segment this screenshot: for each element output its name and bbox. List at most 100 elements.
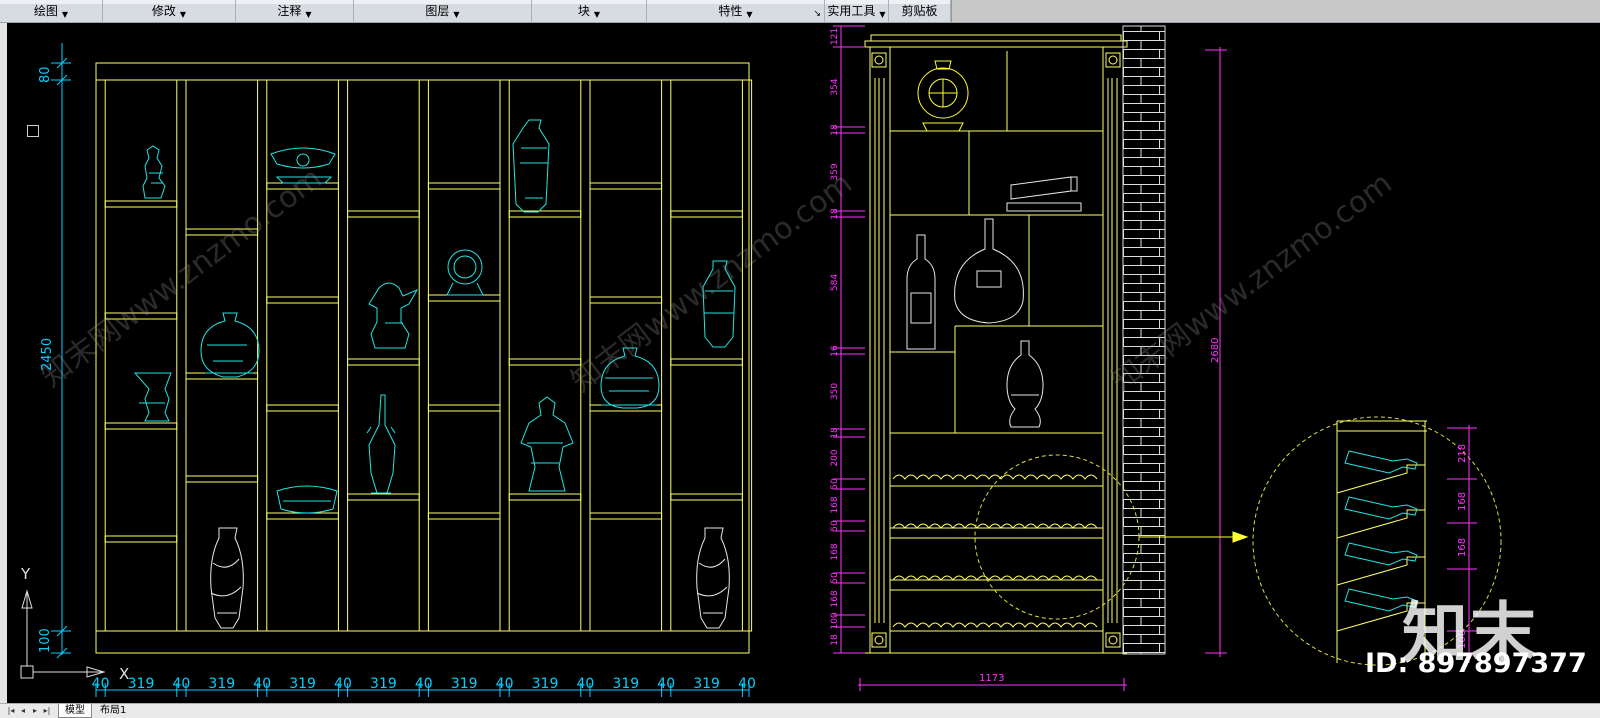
chevron-down-icon: ▼ (305, 10, 312, 19)
figurine-icon (520, 396, 574, 492)
shelf-board (427, 294, 501, 302)
chevron-down-icon: ▼ (61, 10, 69, 19)
panel-launcher-icon[interactable]: ↘ (813, 9, 821, 19)
chevron-down-icon: ▼ (746, 10, 753, 19)
chevron-down-icon: ▼ (593, 10, 601, 19)
shelf-board (185, 475, 259, 483)
shelf-board (589, 512, 663, 520)
dimension-label: 100 (830, 612, 840, 629)
shelf-board (104, 535, 178, 543)
tab-model[interactable]: 模型 (58, 704, 92, 718)
dimension-label: 40 (657, 676, 675, 692)
chevron-down-icon: ▼ (179, 10, 187, 19)
shelf-board (266, 296, 339, 304)
ribbon-panel-label: 块 (577, 4, 590, 18)
figurine-icon (368, 282, 419, 349)
dimension-label: 168 (830, 543, 840, 560)
next-tab-icon[interactable]: ▸ (30, 705, 40, 716)
shelf-board (185, 372, 259, 380)
shelf-board (347, 493, 420, 501)
dimension-label: 350 (830, 383, 840, 400)
dimension-label: 168 (1457, 492, 1468, 511)
chevron-down-icon: ▼ (453, 10, 460, 19)
ribbon-panel-annotate[interactable]: 注释 ▼ (236, 0, 354, 22)
dimension-label: 50 (830, 478, 840, 490)
dimension-label: 319 (451, 676, 478, 692)
ribbon-panel-draw[interactable]: 绘图 ▼ (0, 0, 103, 22)
tab-layout1[interactable]: 布局1 (94, 704, 132, 718)
ribbon-panel-label: 注释 (277, 4, 302, 18)
wine-cabinet-elevation (864, 34, 1128, 654)
shelf-board (427, 182, 501, 190)
vase-icon (133, 372, 172, 422)
ucs-y-label: Y (20, 565, 31, 583)
dimension-label: 80 (38, 66, 53, 83)
shelf-board (670, 210, 743, 218)
dimension-label: 200 (830, 449, 840, 466)
dimension-label: 319 (370, 676, 397, 692)
dimension-label: 100 (38, 628, 53, 653)
dimension-label: 40 (738, 676, 756, 692)
bowl-icon (276, 485, 338, 514)
wine-bottle-icon (906, 234, 936, 350)
dimension-label: 168 (1457, 538, 1468, 557)
shelf-board (427, 512, 501, 520)
shelf-post (176, 79, 187, 632)
ribbon-panel-layers[interactable]: 图层 ▼ (354, 0, 532, 22)
ribbon-panel-modify[interactable]: 修改 ▼ (103, 0, 236, 22)
bottle-on-stand-icon (1006, 176, 1082, 212)
dimension-label: 319 (693, 676, 720, 692)
shelf-board (347, 358, 420, 366)
dimension-label: 40 (253, 676, 271, 692)
decanter-bottle-icon (1006, 340, 1044, 428)
ribbon-panel-label: 图层 (425, 4, 450, 18)
ribbon-panel-utilities[interactable]: 实用工具 ▼ (825, 0, 889, 22)
dimension-label: 319 (532, 676, 559, 692)
dimension-label: 40 (172, 676, 190, 692)
dimension-label: 168 (830, 590, 840, 607)
dimension-horizontal-row: 40 319 40 319 40 319 40 319 40 319 40 319 40 319 40 319… (92, 676, 756, 697)
vase-icon (512, 119, 550, 213)
detail-callout (974, 454, 1249, 620)
ribbon-panel-label: 特性 (718, 4, 743, 18)
shelf-board (347, 210, 420, 218)
shelf-board (427, 404, 501, 412)
dimension-label: 50 (830, 520, 840, 532)
ribbon-panel-block[interactable]: 块 ▼ (532, 0, 647, 22)
viewport-left-border (0, 23, 7, 703)
cognac-bottle-icon (954, 218, 1024, 324)
dimension-label: 40 (92, 676, 110, 692)
watermark-id: ID: 897897377 (1365, 648, 1587, 679)
dimension-label: 40 (334, 676, 352, 692)
ribbon-empty-area (951, 0, 1600, 22)
dimension-label: 584 (830, 274, 840, 291)
viewcube-icon[interactable] (27, 125, 39, 137)
shelf-post (661, 79, 672, 632)
dimension-label: 319 (612, 676, 639, 692)
plate-icon (446, 249, 484, 296)
last-tab-icon[interactable]: ▸| (42, 705, 52, 716)
shelf-board (670, 358, 743, 366)
dimension-label: 1173 (979, 673, 1004, 684)
ribbon-panel-clipboard[interactable]: 剪贴板 (889, 0, 951, 22)
jar-icon (200, 312, 260, 378)
vase-icon (696, 527, 730, 629)
first-tab-icon[interactable]: |◂ (6, 705, 16, 716)
ribbon-panel-properties[interactable]: 特性 ▼ ↘ (647, 0, 825, 22)
shelf-board (266, 512, 339, 520)
layout-tab-bar: |◂ ◂ ▸ ▸| 模型 布局1 (0, 703, 1600, 718)
shelf-board (670, 493, 743, 501)
shelf-board (508, 210, 582, 218)
drawing-canvas[interactable]: 80 2450 100 40 319 40 319 40 319 40 319 40 319 40 3… (7, 23, 1600, 703)
dimension-label: 50 (830, 572, 840, 584)
dimension-label: 121 (830, 28, 840, 45)
shelf-post (337, 79, 349, 632)
prev-tab-icon[interactable]: ◂ (18, 705, 28, 716)
shelf-post (418, 79, 429, 632)
shelf-post (741, 79, 753, 632)
shelf-board (589, 182, 663, 190)
dimension-label: 16 (830, 345, 840, 357)
dimension-label: 319 (289, 676, 316, 692)
bottle-objects (906, 60, 1082, 428)
chevron-down-icon: ▼ (879, 10, 886, 19)
